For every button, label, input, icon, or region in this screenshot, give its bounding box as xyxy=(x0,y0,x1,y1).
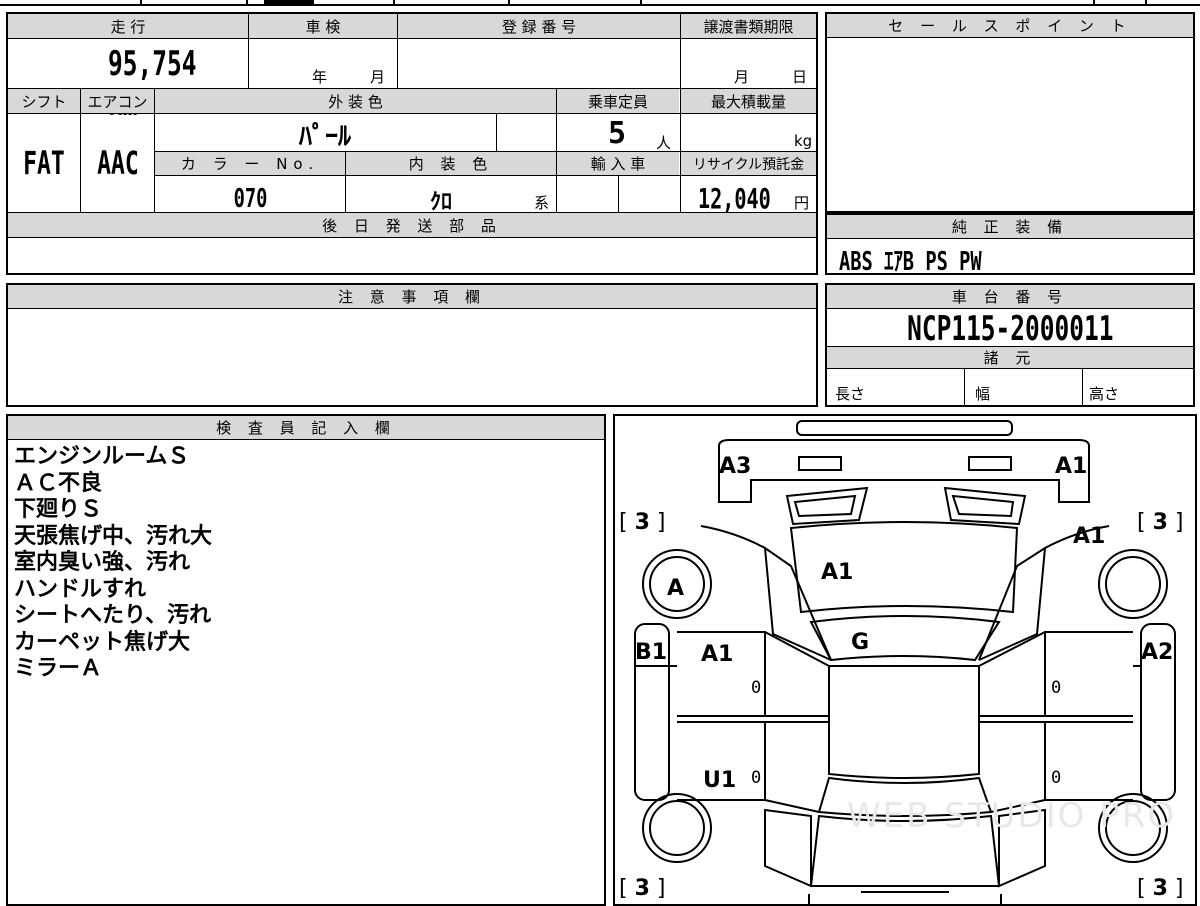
tire-rl-label: [ 3 ] xyxy=(619,876,666,901)
equipment-header: 純 正 装 備 xyxy=(827,215,1193,239)
recycle-value: 12,040 xyxy=(698,182,771,215)
note-line: ＡＣ不良 xyxy=(14,470,103,496)
transfer-month: 月 xyxy=(734,68,750,86)
note-line: 下廻りＳ xyxy=(14,497,103,522)
top-strip xyxy=(0,0,1200,6)
ac-value: AAC xyxy=(96,144,139,182)
width-label: 幅 xyxy=(975,385,991,403)
code-left-wheel: A xyxy=(667,576,685,601)
code-left-rear-door: U1 xyxy=(703,768,737,793)
chassis-header: 車 台 番 号 xyxy=(827,285,1193,309)
interior-suffix: 系 xyxy=(534,194,550,212)
note-line: 室内臭い強、汚れ xyxy=(14,550,191,575)
registration-header: 登 録 番 号 xyxy=(398,14,680,38)
caution-box: 注 意 事 項 欄 xyxy=(6,283,818,407)
code-right-fender: A1 xyxy=(1073,524,1106,549)
note-line: シートへたり、汚れ xyxy=(14,603,212,628)
inspector-notes: エンジンルームＳ ＡＣ不良 下廻りＳ 天張焦げ中、汚れ大 室内臭い強、汚れ ハン… xyxy=(14,444,212,683)
later-parts-header: 後 日 発 送 部 品 xyxy=(8,213,816,237)
color-no-header: カ ラ ー No. xyxy=(155,152,345,175)
inspection-month: 月 xyxy=(370,68,386,86)
interior-header: 内 装 色 xyxy=(346,152,556,175)
caution-header: 注 意 事 項 欄 xyxy=(8,285,816,309)
capacity-value: 5 xyxy=(608,116,627,151)
code-right-side: A2 xyxy=(1141,640,1174,665)
equipment-value: ABS ｴｱB PS PW xyxy=(839,247,982,277)
color-no-value: 070 xyxy=(233,184,267,214)
code-windshield: G xyxy=(851,630,870,655)
zero-marker: 0 xyxy=(1051,768,1062,788)
code-left-pillar: B1 xyxy=(635,640,668,665)
vehicle-info-table: 走 行 車 検 登 録 番 号 譲渡書類期限 95,754 km 年 月 月 日… xyxy=(6,12,818,275)
zero-marker: 0 xyxy=(751,768,762,788)
code-hood: A1 xyxy=(821,560,854,585)
tire-rr-label: [ 3 ] xyxy=(1137,876,1184,901)
vehicle-diagram: [ 3 ] [ 3 ] [ 3 ] [ 3 ] A3 A1 A1 A1 A G … xyxy=(613,414,1197,906)
mileage-header: 走 行 xyxy=(8,14,248,38)
watermark: WEB STUDIO PRO xyxy=(847,796,1177,836)
chassis-box: 車 台 番 号 NCP115-2000011 諸 元 長さ 幅 高さ xyxy=(825,283,1195,407)
exterior-header: 外 装 色 xyxy=(155,89,556,113)
import-header: 輸 入 車 xyxy=(557,152,679,175)
capacity-header: 乗車定員 xyxy=(557,89,679,113)
mileage-value: 95,754 km xyxy=(108,44,197,124)
inspector-header: 検 査 員 記 入 欄 xyxy=(8,416,604,440)
capacity-unit: 人 xyxy=(656,134,672,152)
note-line: エンジンルームＳ xyxy=(14,444,190,469)
transfer-header: 譲渡書類期限 xyxy=(681,14,816,38)
recycle-header: リサイクル預託金 xyxy=(681,152,816,175)
transfer-day: 日 xyxy=(792,68,808,86)
shift-header: シフト xyxy=(8,89,80,113)
height-label: 高さ xyxy=(1089,385,1120,403)
sales-point-box: セ ー ル ス ポ イ ン ト xyxy=(825,12,1195,213)
recycle-unit: 円 xyxy=(794,194,810,212)
shift-value: FAT xyxy=(23,144,65,182)
note-line: ハンドルすれ xyxy=(14,576,147,602)
note-line: 天張焦げ中、汚れ大 xyxy=(14,523,213,549)
load-header: 最大積載量 xyxy=(681,89,816,113)
ac-header: エアコン xyxy=(81,89,154,113)
zero-marker: 0 xyxy=(1051,678,1062,698)
code-front-left: A3 xyxy=(719,454,752,479)
equipment-box: 純 正 装 備 ABS ｴｱB PS PW xyxy=(825,213,1195,277)
note-line: ミラーＡ xyxy=(14,656,103,681)
specs-header: 諸 元 xyxy=(827,347,1193,369)
inspector-box: 検 査 員 記 入 欄 エンジンルームＳ ＡＣ不良 下廻りＳ 天張焦げ中、汚れ大… xyxy=(6,414,606,906)
length-label: 長さ xyxy=(835,385,866,403)
sales-point-header: セ ー ル ス ポ イ ン ト xyxy=(827,14,1193,38)
inspection-header: 車 検 xyxy=(249,14,397,38)
load-unit: kg xyxy=(794,132,813,150)
code-front-right: A1 xyxy=(1055,454,1088,479)
zero-marker: 0 xyxy=(751,678,762,698)
inspection-year: 年 xyxy=(312,68,328,86)
tire-fl-label: [ 3 ] xyxy=(619,510,666,535)
exterior-value: ﾊﾟｰﾙ xyxy=(298,122,351,152)
chassis-value: NCP115-2000011 xyxy=(906,309,1114,349)
note-line: カーペット焦げ大 xyxy=(14,629,191,655)
code-left-door: A1 xyxy=(701,642,734,667)
tire-fr-label: [ 3 ] xyxy=(1137,510,1184,535)
